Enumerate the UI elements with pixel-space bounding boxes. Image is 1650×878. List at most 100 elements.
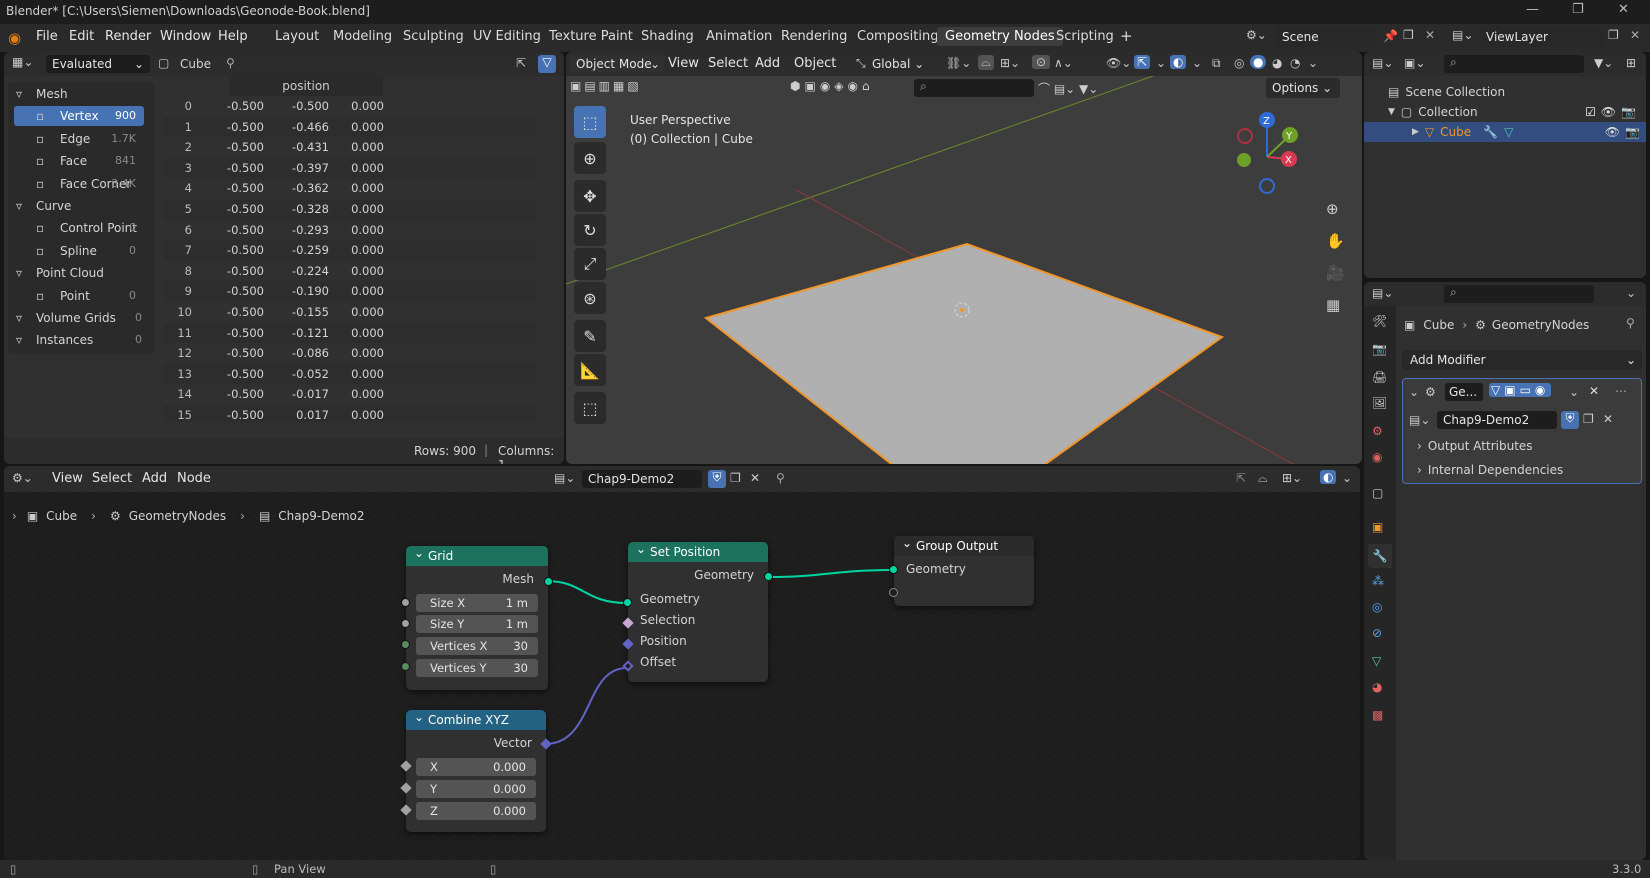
tool-tab-icon[interactable]: 🛠 bbox=[1372, 314, 1387, 328]
expand-icon[interactable]: ▼ bbox=[1388, 107, 1395, 117]
texture-tab-icon[interactable]: ▩ bbox=[1372, 708, 1383, 722]
scene-selector[interactable]: Scene bbox=[1276, 27, 1376, 47]
collection-checkbox-icon[interactable]: ☑ bbox=[1585, 105, 1596, 119]
object-eye-icon[interactable]: 👁 bbox=[1605, 125, 1620, 139]
grid-size-y-field[interactable]: Size Y 1 m bbox=[416, 615, 538, 633]
combine-y-field[interactable]: Y 0.000 bbox=[416, 780, 536, 798]
properties-options-icon[interactable]: ⌄ bbox=[1626, 286, 1636, 300]
orientation-dropdown[interactable]: Global ⌄ bbox=[872, 55, 952, 73]
viewport-menu-object[interactable]: Object bbox=[794, 56, 836, 71]
viewport-menu-add[interactable]: Add bbox=[755, 56, 780, 71]
modifier-tab-icon[interactable]: 🔧 bbox=[1368, 544, 1392, 568]
viewport-search-input[interactable]: ⌕ bbox=[914, 79, 1034, 97]
filter-selected-icon[interactable]: ⇱ bbox=[516, 56, 526, 70]
set-position-geometry-in-socket[interactable] bbox=[623, 598, 632, 607]
snap-icon[interactable]: ⌓ bbox=[978, 55, 994, 70]
outliner-object-cube[interactable]: ▶ ▽ Cube 🔧 ▽ 👁 📷 bbox=[1364, 122, 1646, 142]
modifier-drag-handle-icon[interactable]: ⋯ bbox=[1615, 384, 1627, 398]
outliner-scene-collection[interactable]: ▤ Scene Collection bbox=[1388, 82, 1638, 102]
select-box-tool-icon[interactable]: ⬚ bbox=[574, 106, 606, 138]
object-tab-icon[interactable]: ▣ bbox=[1372, 520, 1383, 534]
grid-node[interactable]: Grid Mesh Size X 1 m Size Y 1 m Vertices X… bbox=[401, 543, 553, 690]
tree-item-point[interactable]: ▫ Point 0 bbox=[14, 286, 144, 306]
camera-view-icon[interactable]: 🎥 bbox=[1326, 264, 1345, 282]
zoom-icon[interactable]: ⊕ bbox=[1326, 200, 1339, 218]
pin-icon[interactable]: ⚲ bbox=[226, 56, 235, 70]
filter-icon[interactable]: ▽ bbox=[538, 55, 556, 73]
rotate-tool-icon[interactable]: ↻ bbox=[574, 214, 606, 246]
pin-icon[interactable]: 📌 bbox=[1383, 29, 1398, 43]
combine-z-field[interactable]: Z 0.000 bbox=[416, 802, 536, 820]
viewport-menu-select[interactable]: Select bbox=[708, 56, 748, 71]
output-attributes-panel[interactable]: › Output Attributes bbox=[1417, 439, 1533, 453]
view-layer-selector[interactable]: ViewLayer bbox=[1480, 27, 1602, 47]
view-options-icons[interactable]: ⌒ ▤⌄ ▼⌄ bbox=[1038, 80, 1098, 97]
world-tab-icon[interactable]: ◉ bbox=[1372, 450, 1382, 464]
set-position-geometry-out-socket[interactable] bbox=[764, 572, 773, 581]
select-mode-icons[interactable]: ▣▤▥▦▧ bbox=[570, 79, 696, 97]
delete-scene-icon[interactable]: ✕ bbox=[1425, 28, 1435, 42]
visibility-icon[interactable]: 👁⌄ bbox=[1106, 56, 1131, 70]
blender-logo-icon[interactable]: ◉ bbox=[8, 29, 21, 47]
new-scene-icon[interactable]: ❐ bbox=[1403, 28, 1414, 42]
tab-uv-editing[interactable]: UV Editing bbox=[473, 29, 541, 44]
collection-eye-icon[interactable]: 👁 bbox=[1601, 105, 1616, 119]
grid-vertices-x-field[interactable]: Vertices X 30 bbox=[416, 637, 538, 655]
internal-dependencies-panel[interactable]: › Internal Dependencies bbox=[1417, 463, 1563, 477]
modifier-collapse-icon[interactable]: ⌄ bbox=[1409, 385, 1419, 399]
tree-item-volume-grids[interactable]: ▿ Volume Grids 0 bbox=[8, 308, 150, 328]
grid-vertices-y-field[interactable]: Vertices Y 30 bbox=[416, 659, 538, 677]
ortho-grid-icon[interactable]: ▦ bbox=[1326, 296, 1340, 314]
gizmo-dropdown-icon[interactable]: ⌄ bbox=[1156, 56, 1166, 70]
view-layer-icon[interactable]: ▤⌄ bbox=[1452, 28, 1473, 42]
menu-render[interactable]: Render bbox=[105, 29, 151, 44]
viewport-menu-view[interactable]: View bbox=[668, 56, 699, 71]
move-tool-icon[interactable]: ✥ bbox=[574, 180, 606, 212]
tab-modeling[interactable]: Modeling bbox=[333, 29, 392, 44]
tree-item-vertex[interactable]: ▫ Vertex 900 bbox=[14, 106, 144, 127]
tree-item-face[interactable]: ▫ Face 841 bbox=[14, 151, 144, 171]
wireframe-shading-icon[interactable]: ◎ bbox=[1234, 56, 1244, 70]
tab-layout[interactable]: Layout bbox=[275, 29, 319, 44]
physics-tab-icon[interactable]: ◎ bbox=[1372, 600, 1382, 614]
outliner-search-input[interactable]: ⌕ bbox=[1444, 55, 1584, 73]
group-output-empty-socket[interactable] bbox=[889, 588, 898, 597]
new-view-layer-icon[interactable]: ❐ bbox=[1608, 28, 1619, 42]
evaluation-mode-dropdown[interactable]: Evaluated ⌄ bbox=[46, 55, 150, 73]
combine-xyz-header[interactable]: Combine XYZ bbox=[406, 707, 546, 730]
tab-rendering[interactable]: Rendering bbox=[781, 29, 847, 44]
node-editor[interactable]: ⚙⌄ View Select Add Node ▤⌄ Chap9-Demo2 ⛨… bbox=[4, 466, 1360, 860]
object-camera-icon[interactable]: 📷 bbox=[1625, 125, 1640, 139]
solid-shading-icon[interactable]: ● bbox=[1250, 55, 1267, 69]
collection-tab-icon[interactable]: ▢ bbox=[1372, 486, 1383, 500]
menu-help[interactable]: Help bbox=[218, 29, 248, 44]
pan-hand-icon[interactable]: ✋ bbox=[1326, 232, 1345, 250]
tab-scripting[interactable]: Scripting bbox=[1056, 29, 1114, 44]
tree-item-curve[interactable]: ▿ Curve bbox=[8, 196, 150, 216]
options-dropdown[interactable]: Options ⌄ bbox=[1266, 78, 1340, 98]
tree-item-point-cloud[interactable]: ▿ Point Cloud bbox=[8, 263, 150, 283]
combine-xyz-node[interactable]: Combine XYZ Vector X 0.000 Y 0.000 Z 0.000 bbox=[400, 707, 552, 832]
size-y-socket[interactable] bbox=[401, 619, 410, 628]
add-modifier-button[interactable]: Add Modifier ⌄ bbox=[1402, 350, 1642, 370]
group-output-node[interactable]: Group Output Geometry bbox=[889, 533, 1034, 606]
scene-tab-icon[interactable]: ⚙ bbox=[1372, 424, 1383, 438]
tab-geometry-nodes[interactable]: Geometry Nodes bbox=[937, 27, 1063, 46]
size-x-socket[interactable] bbox=[401, 598, 410, 607]
new-collection-icon[interactable]: ⊞ bbox=[1626, 56, 1636, 70]
modifier-display-toggles-icon[interactable]: ▽▣▭◉ bbox=[1489, 383, 1552, 397]
menu-edit[interactable]: Edit bbox=[69, 29, 94, 44]
close-window-icon[interactable]: ✕ bbox=[1618, 2, 1629, 17]
tab-animation[interactable]: Animation bbox=[706, 29, 772, 44]
constraints-tab-icon[interactable]: ⊘ bbox=[1372, 626, 1382, 640]
modifier-menu-icon[interactable]: ⌄ bbox=[1569, 385, 1579, 399]
material-tab-icon[interactable]: ◕ bbox=[1372, 680, 1382, 694]
display-mode-icon[interactable]: ▣⌄ bbox=[1404, 56, 1425, 70]
scale-tool-icon[interactable]: ⤢ bbox=[574, 248, 606, 280]
vertices-x-socket[interactable] bbox=[401, 640, 410, 649]
scene-icon[interactable]: ⚙⌄ bbox=[1246, 28, 1267, 42]
tree-item-mesh[interactable]: ▿ Mesh bbox=[8, 84, 150, 104]
delete-view-layer-icon[interactable]: ✕ bbox=[1630, 28, 1640, 42]
tab-shading[interactable]: Shading bbox=[641, 29, 694, 44]
overlay-dropdown-icon[interactable]: ⌄ bbox=[1192, 56, 1202, 70]
